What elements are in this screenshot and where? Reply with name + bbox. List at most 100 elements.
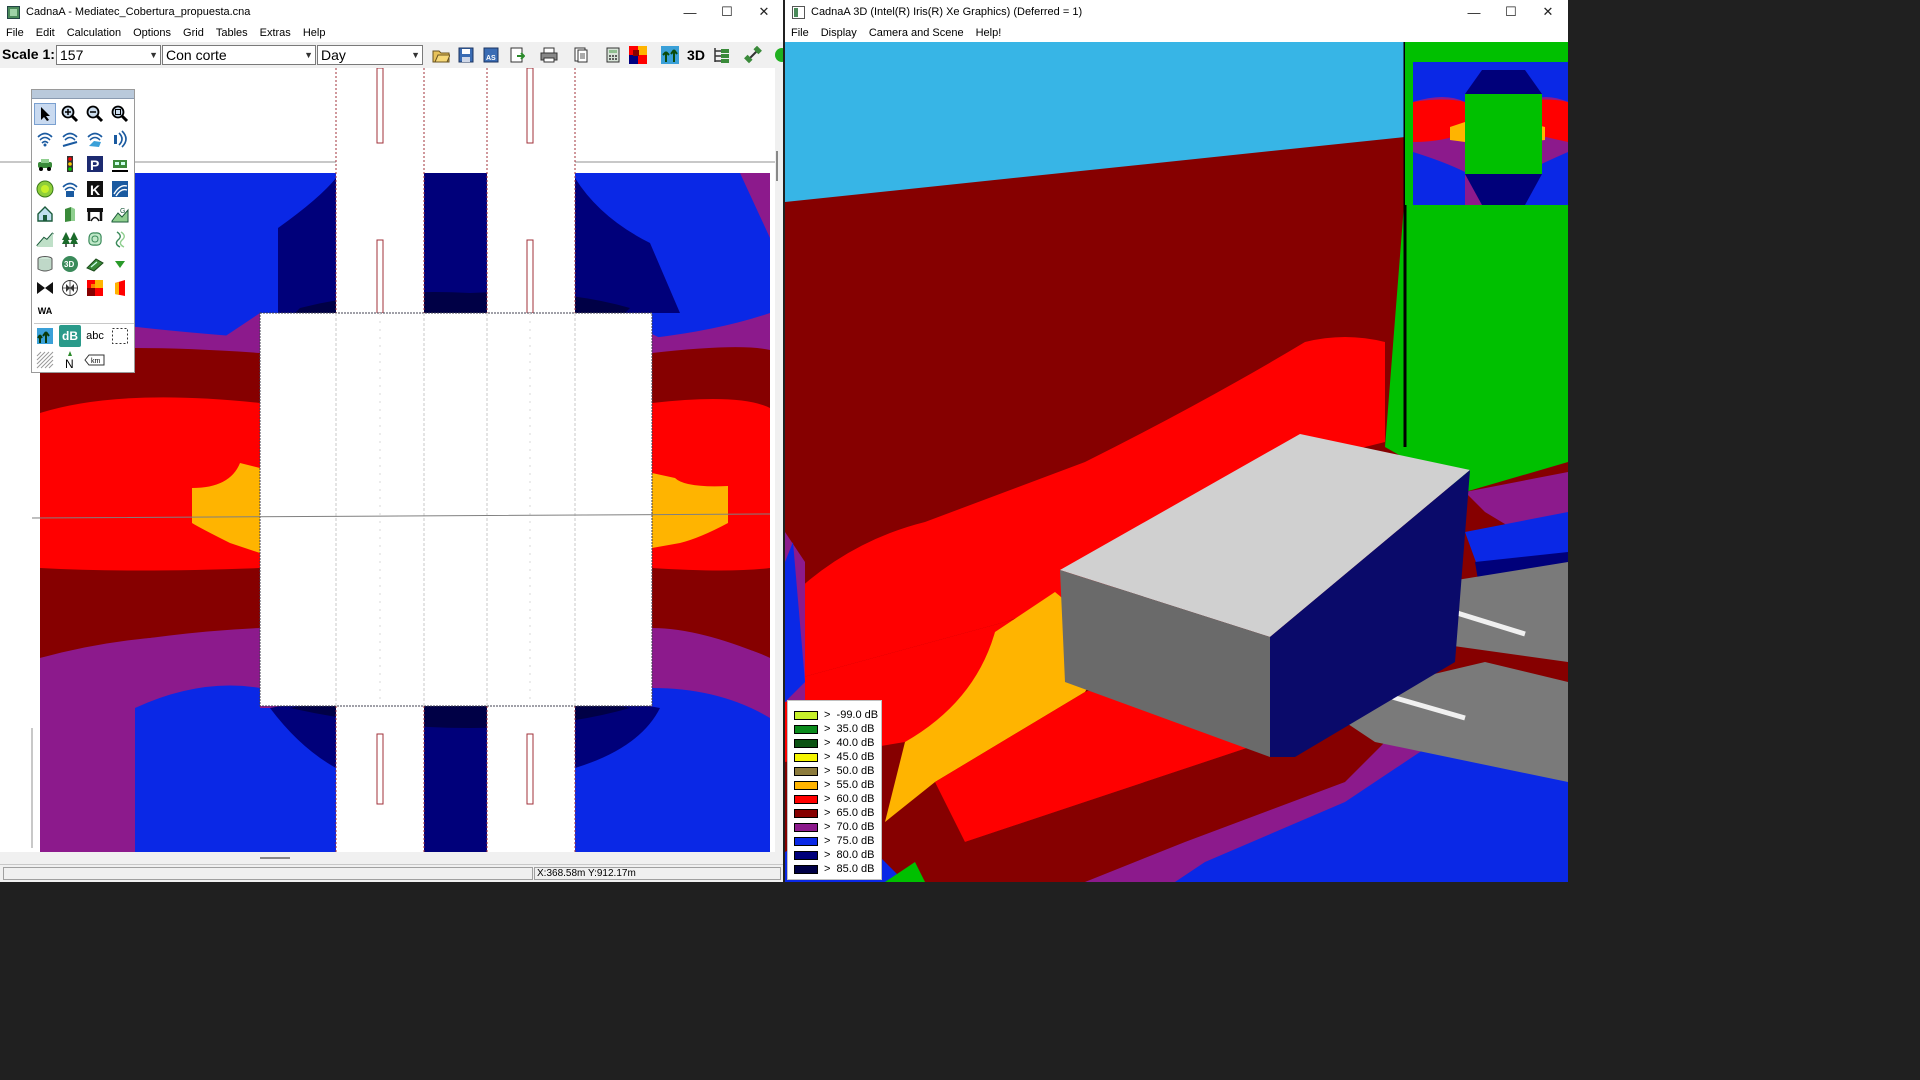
menu-calculation[interactable]: Calculation bbox=[61, 27, 127, 39]
sound-emitter-icon[interactable] bbox=[59, 178, 81, 200]
menu-file[interactable]: File bbox=[0, 27, 30, 39]
line-source-icon[interactable] bbox=[59, 128, 81, 150]
road-icon[interactable] bbox=[34, 153, 56, 175]
scale-bar-icon[interactable]: km bbox=[84, 349, 106, 371]
horizontal-scrollbar[interactable] bbox=[0, 852, 783, 864]
legend-row: > -99.0 dB bbox=[794, 709, 878, 721]
3d-scene-svg[interactable] bbox=[785, 42, 1568, 882]
main-toolbar: Scale 1: 157 ▼ Con corte ▼ Day ▼ AS 3D bbox=[0, 42, 783, 69]
industrial-icon[interactable] bbox=[34, 178, 56, 200]
legend-row: > 50.0 dB bbox=[794, 765, 874, 777]
export-icon[interactable] bbox=[506, 45, 528, 65]
contour-icon[interactable] bbox=[84, 228, 106, 250]
height-line-icon[interactable] bbox=[109, 228, 131, 250]
3d-menu-file[interactable]: File bbox=[785, 27, 815, 39]
3d-menu-help[interactable]: Help! bbox=[970, 27, 1008, 39]
selection-box-icon[interactable] bbox=[109, 325, 131, 347]
legend-label: > 65.0 dB bbox=[824, 807, 875, 819]
variant-value: Con corte bbox=[166, 47, 227, 63]
area-source-icon[interactable] bbox=[84, 128, 106, 150]
3d-button[interactable]: 3D bbox=[684, 45, 708, 65]
bridge-icon[interactable] bbox=[84, 203, 106, 225]
3d-maximize-button[interactable]: ☐ bbox=[1492, 0, 1530, 24]
receiver-icon[interactable] bbox=[34, 277, 56, 299]
3d-menu-display[interactable]: Display bbox=[815, 27, 863, 39]
close-button[interactable]: ✕ bbox=[745, 0, 783, 24]
save-as-icon[interactable]: AS bbox=[480, 45, 502, 65]
wa-icon[interactable]: WA bbox=[34, 300, 56, 322]
db-icon[interactable]: dB bbox=[59, 325, 81, 347]
legend-row: > 80.0 dB bbox=[794, 849, 874, 861]
3d-menu-camera-scene[interactable]: Camera and Scene bbox=[863, 27, 970, 39]
legend-row: > 85.0 dB bbox=[794, 863, 874, 875]
arrow-down-icon[interactable] bbox=[109, 253, 131, 275]
cylinder-icon[interactable] bbox=[34, 253, 56, 275]
menu-edit[interactable]: Edit bbox=[30, 27, 61, 39]
maximize-button[interactable]: ☐ bbox=[708, 0, 746, 24]
k-icon[interactable]: K bbox=[84, 178, 106, 200]
menu-options[interactable]: Options bbox=[127, 27, 177, 39]
minimize-button[interactable]: — bbox=[671, 0, 709, 24]
trees-icon[interactable] bbox=[59, 228, 81, 250]
pointer-icon[interactable] bbox=[34, 103, 56, 125]
svg-text:K: K bbox=[90, 182, 100, 198]
railway-icon[interactable] bbox=[109, 153, 131, 175]
3d-minimize-button[interactable]: — bbox=[1455, 0, 1493, 24]
wall-source-icon[interactable] bbox=[109, 178, 131, 200]
hierarchy-icon[interactable] bbox=[710, 45, 732, 65]
scale-combo[interactable]: 157 ▼ bbox=[56, 45, 161, 65]
grid-color-icon[interactable] bbox=[627, 45, 649, 65]
image-icon[interactable] bbox=[34, 325, 56, 347]
vertical-scrollbar[interactable] bbox=[775, 68, 783, 852]
satellite-icon[interactable] bbox=[742, 45, 764, 65]
3d-viewport[interactable]: > -99.0 dB > 35.0 dB > 40.0 dB > 45.0 dB… bbox=[785, 42, 1568, 882]
ground-area-icon[interactable] bbox=[84, 253, 106, 275]
palette-titlebar[interactable] bbox=[32, 90, 134, 99]
km-label: km bbox=[91, 358, 101, 365]
3d-close-button[interactable]: ✕ bbox=[1529, 0, 1567, 24]
building-icon[interactable] bbox=[34, 203, 56, 225]
page-icon[interactable] bbox=[570, 45, 592, 65]
text-icon[interactable]: abc bbox=[84, 325, 106, 347]
vertical-source-icon[interactable] bbox=[109, 128, 131, 150]
facade-icon[interactable] bbox=[109, 277, 131, 299]
svg-text:G: G bbox=[120, 208, 125, 215]
color-map-icon[interactable] bbox=[84, 277, 106, 299]
hatch-icon[interactable] bbox=[34, 349, 56, 371]
legend-row: > 55.0 dB bbox=[794, 779, 874, 791]
menu-extras[interactable]: Extras bbox=[254, 27, 297, 39]
period-combo[interactable]: Day ▼ bbox=[317, 45, 423, 65]
legend-swatch bbox=[794, 738, 818, 748]
calculator-icon[interactable] bbox=[602, 45, 624, 65]
menu-grid[interactable]: Grid bbox=[177, 27, 210, 39]
embankment-icon[interactable] bbox=[34, 228, 56, 250]
grid-receiver-icon[interactable] bbox=[59, 277, 81, 299]
main-titlebar: CadnaA - Mediatec_Cobertura_propuesta.cn… bbox=[0, 0, 783, 24]
variant-combo[interactable]: Con corte ▼ bbox=[162, 45, 316, 65]
north-arrow-icon[interactable]: N bbox=[59, 349, 81, 371]
open-icon[interactable] bbox=[430, 45, 452, 65]
legend-row: > 40.0 dB bbox=[794, 737, 874, 749]
zoom-in-icon[interactable] bbox=[59, 103, 81, 125]
status-coordinates: X:368.58m Y:912.17m bbox=[534, 867, 781, 880]
barrier-icon[interactable] bbox=[59, 203, 81, 225]
tree-icon[interactable] bbox=[659, 45, 681, 65]
legend-row: > 75.0 dB bbox=[794, 835, 874, 847]
legend-label: > 60.0 dB bbox=[824, 793, 875, 805]
print-icon[interactable] bbox=[538, 45, 560, 65]
db-legend: > -99.0 dB > 35.0 dB > 40.0 dB > 45.0 dB… bbox=[787, 700, 882, 880]
save-icon[interactable] bbox=[455, 45, 477, 65]
zoom-out-icon[interactable] bbox=[84, 103, 106, 125]
traffic-light-icon[interactable] bbox=[59, 153, 81, 175]
zoom-fit-icon[interactable] bbox=[109, 103, 131, 125]
menu-help[interactable]: Help bbox=[297, 27, 332, 39]
3d-object-icon[interactable]: 3D bbox=[59, 253, 81, 275]
minimap-inset[interactable] bbox=[1405, 42, 1568, 205]
terrain-icon[interactable]: G bbox=[109, 203, 131, 225]
point-source-icon[interactable] bbox=[34, 128, 56, 150]
building-footprint[interactable] bbox=[259, 312, 653, 707]
menu-tables[interactable]: Tables bbox=[210, 27, 254, 39]
legend-swatch bbox=[794, 836, 818, 846]
main-menubar: File Edit Calculation Options Grid Table… bbox=[0, 24, 783, 42]
parking-icon[interactable]: P bbox=[84, 153, 106, 175]
